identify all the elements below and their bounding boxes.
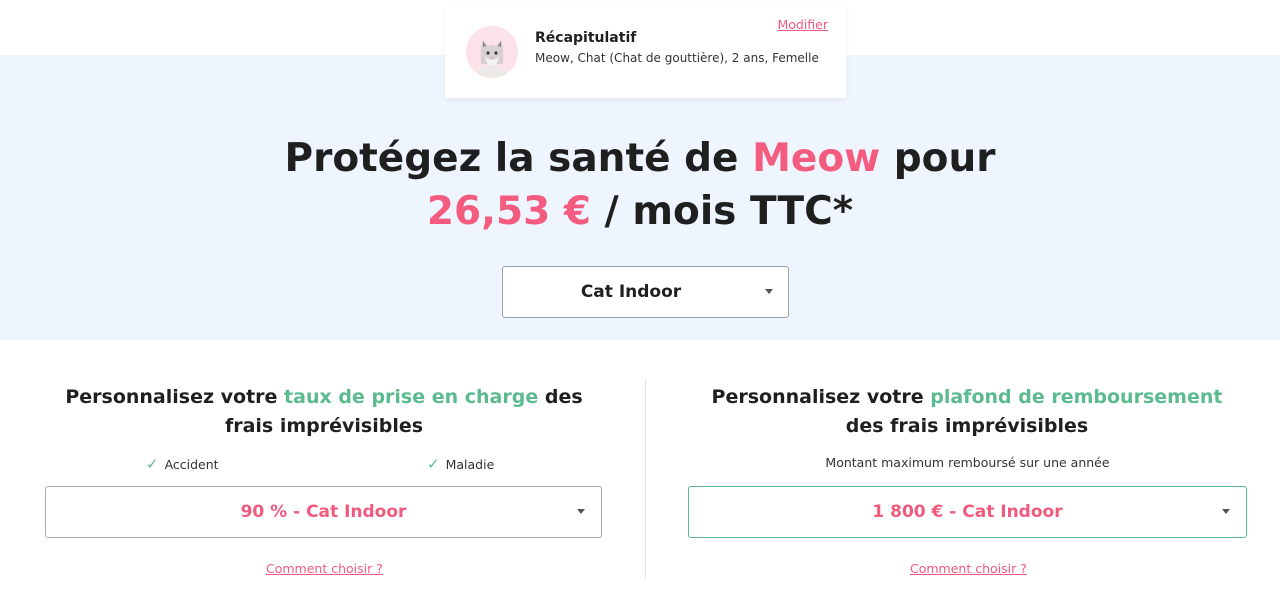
coverage-title-highlight: taux de prise en charge bbox=[284, 386, 539, 408]
chevron-down-icon bbox=[1222, 509, 1230, 514]
monthly-price: 26,53 € bbox=[426, 189, 591, 234]
edit-link[interactable]: Modifier bbox=[777, 17, 828, 32]
cap-title-prefix: Personnalisez votre bbox=[711, 386, 931, 408]
coverage-help-link[interactable]: Comment choisir ? bbox=[266, 561, 383, 576]
check-accident: ✓ Accident bbox=[146, 455, 219, 473]
check-icon: ✓ bbox=[146, 455, 159, 473]
cap-title-highlight: plafond de remboursement bbox=[930, 386, 1223, 408]
headline-suffix: pour bbox=[880, 136, 996, 181]
plan-select[interactable]: Cat Indoor bbox=[502, 266, 789, 318]
reimbursement-cap-title: Personnalisez votre plafond de rembourse… bbox=[672, 383, 1262, 441]
chevron-down-icon bbox=[765, 289, 773, 294]
check-maladie: ✓ Maladie bbox=[427, 455, 494, 473]
page-headline: Protégez la santé de Meow pour 26,53 € /… bbox=[0, 132, 1280, 238]
reimbursement-cap-select-value: 1 800 € - Cat Indoor bbox=[872, 502, 1063, 522]
pet-name: Meow bbox=[752, 136, 881, 181]
reimbursement-cap-select[interactable]: 1 800 € - Cat Indoor bbox=[688, 486, 1247, 538]
coverage-title-prefix: Personnalisez votre bbox=[65, 386, 285, 408]
coverage-rate-title: Personnalisez votre taux de prise en cha… bbox=[30, 383, 618, 441]
coverage-title-line2: frais imprévisibles bbox=[224, 415, 424, 437]
coverage-title-suffix: des bbox=[538, 386, 583, 408]
coverage-rate-select-value: 90 % - Cat Indoor bbox=[240, 502, 407, 522]
chevron-down-icon bbox=[577, 509, 585, 514]
check-icon: ✓ bbox=[427, 455, 440, 473]
check-label: Maladie bbox=[445, 457, 495, 472]
cap-help-link[interactable]: Comment choisir ? bbox=[910, 561, 1027, 576]
check-label: Accident bbox=[164, 457, 219, 472]
recap-card: Récapitulatif Meow, Chat (Chat de goutti… bbox=[445, 7, 846, 98]
cap-helper-text: Montant maximum remboursé sur une année bbox=[825, 455, 1110, 470]
cat-photo-icon bbox=[466, 26, 518, 78]
coverage-rate-select[interactable]: 90 % - Cat Indoor bbox=[45, 486, 602, 538]
cap-title-line2: des frais imprévisibles bbox=[845, 415, 1089, 437]
headline-prefix: Protégez la santé de bbox=[284, 136, 753, 181]
recap-title: Récapitulatif bbox=[535, 30, 637, 46]
section-divider bbox=[645, 380, 646, 578]
price-period: / mois TTC* bbox=[590, 189, 854, 234]
pet-avatar bbox=[466, 26, 518, 78]
plan-select-value: Cat Indoor bbox=[580, 282, 682, 302]
recap-description: Meow, Chat (Chat de gouttière), 2 ans, F… bbox=[535, 51, 819, 65]
